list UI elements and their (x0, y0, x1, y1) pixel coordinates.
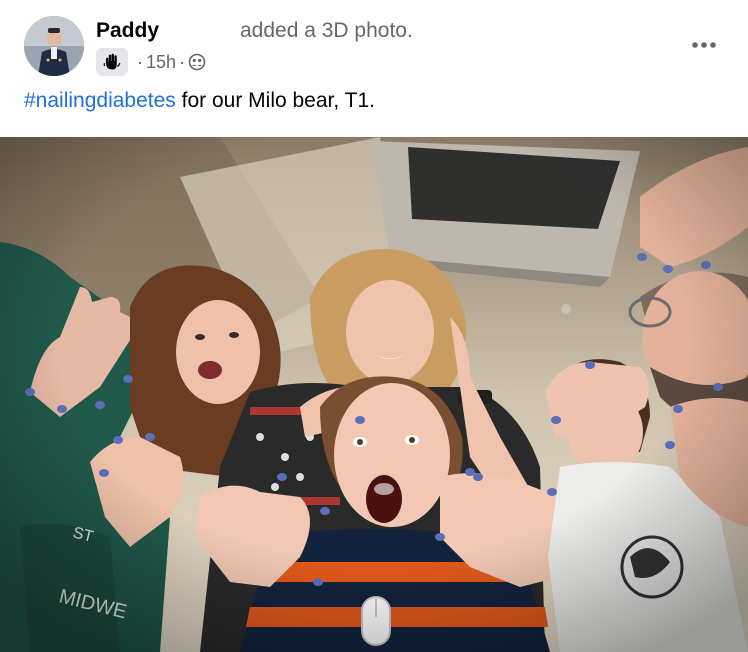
post-text: #nailingdiabetes for our Milo bear, T1. (24, 89, 375, 113)
post-meta: · 15h · (96, 48, 206, 76)
post-timestamp[interactable]: 15h (146, 52, 176, 73)
post-header: Paddy added a 3D photo. · 15h · #nailing… (0, 0, 748, 135)
more-options-icon (692, 42, 716, 48)
meta-separator: · (137, 51, 143, 72)
post-action-text: added a 3D photo. (240, 19, 413, 42)
family-photo: MIDWE ST (0, 137, 748, 652)
hand-wave-icon[interactable] (96, 48, 128, 76)
more-options-button[interactable] (686, 30, 722, 60)
meta-separator: · (179, 51, 186, 72)
post-text-body: for our Milo bear, T1. (175, 89, 375, 112)
author-name[interactable]: Paddy (96, 19, 159, 43)
hashtag-link[interactable]: #nailingdiabetes (24, 89, 176, 112)
post-3d-photo[interactable]: MIDWE ST (0, 137, 748, 652)
friends-audience-icon[interactable] (188, 53, 206, 71)
avatar-image (24, 16, 84, 76)
author-avatar[interactable] (24, 16, 84, 76)
